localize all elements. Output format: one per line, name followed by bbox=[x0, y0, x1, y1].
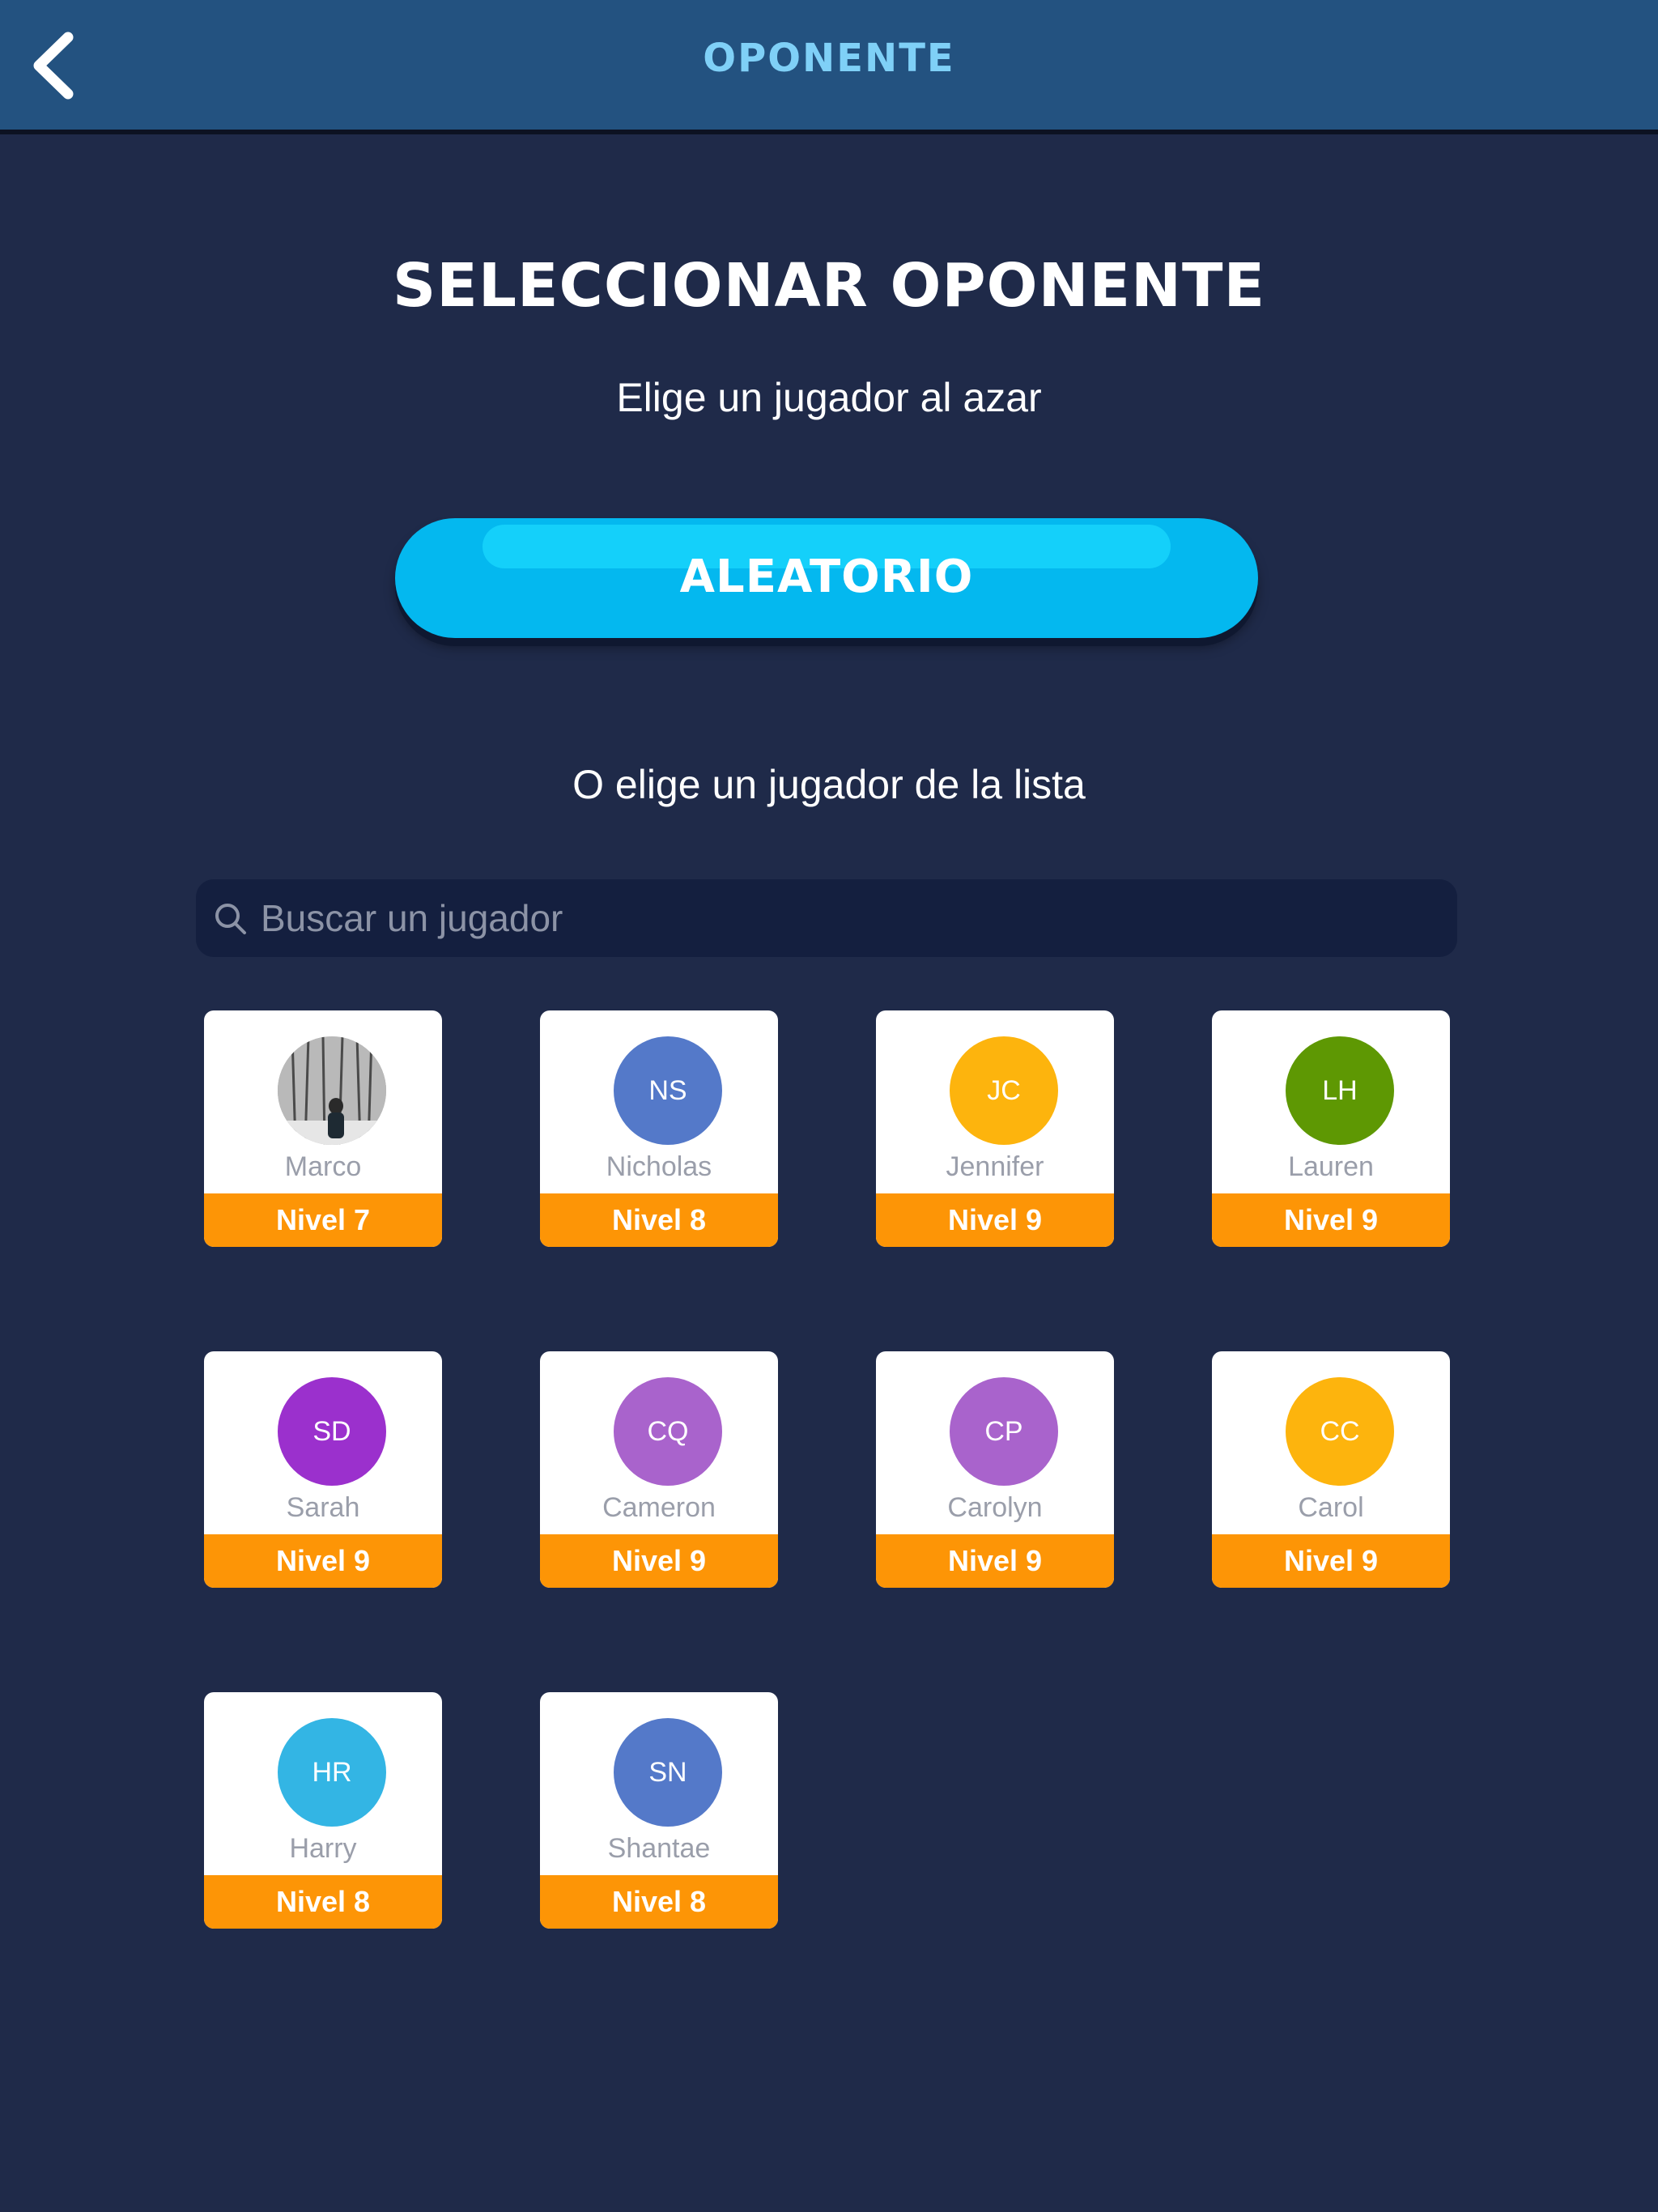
player-name: Carol bbox=[1298, 1492, 1364, 1523]
avatar: CQ bbox=[614, 1377, 722, 1486]
top-bar: OPONENTE bbox=[0, 0, 1658, 130]
avatar: CC bbox=[1286, 1377, 1394, 1486]
player-level: Nivel 9 bbox=[1212, 1193, 1450, 1247]
player-name: Cameron bbox=[602, 1492, 716, 1523]
avatar: SN bbox=[614, 1718, 722, 1827]
player-name: Carolyn bbox=[947, 1492, 1043, 1523]
player-level: Nivel 9 bbox=[876, 1193, 1114, 1247]
player-level: Nivel 9 bbox=[540, 1534, 778, 1588]
player-name: Shantae bbox=[607, 1833, 711, 1864]
player-card[interactable]: JC Jennifer Nivel 9 bbox=[876, 1010, 1114, 1247]
player-level: Nivel 8 bbox=[540, 1875, 778, 1929]
player-card[interactable]: LH Lauren Nivel 9 bbox=[1212, 1010, 1450, 1247]
player-card[interactable]: HR Harry Nivel 8 bbox=[204, 1692, 442, 1929]
search-icon bbox=[215, 904, 246, 934]
player-card[interactable]: SN Shantae Nivel 8 bbox=[540, 1692, 778, 1929]
player-level: Nivel 8 bbox=[540, 1193, 778, 1247]
avatar bbox=[278, 1036, 386, 1145]
player-card[interactable]: NS Nicholas Nivel 8 bbox=[540, 1010, 778, 1247]
avatar: CP bbox=[950, 1377, 1058, 1486]
player-name: Sarah bbox=[286, 1492, 360, 1523]
random-opponent-button[interactable]: ALEATORIO bbox=[395, 518, 1258, 638]
player-level: Nivel 9 bbox=[1212, 1534, 1450, 1588]
player-card[interactable]: CQ Cameron Nivel 9 bbox=[540, 1351, 778, 1588]
random-button-label: ALEATORIO bbox=[679, 551, 974, 603]
header-title: OPONENTE bbox=[703, 36, 955, 81]
player-card[interactable]: CC Carol Nivel 9 bbox=[1212, 1351, 1450, 1588]
player-level: Nivel 8 bbox=[204, 1875, 442, 1929]
avatar: LH bbox=[1286, 1036, 1394, 1145]
player-level: Nivel 7 bbox=[204, 1193, 442, 1247]
player-card[interactable]: CP Carolyn Nivel 9 bbox=[876, 1351, 1114, 1588]
search-input[interactable] bbox=[261, 879, 1435, 957]
random-subtitle: Elige un jugador al azar bbox=[616, 375, 1042, 420]
search-bar bbox=[196, 879, 1457, 957]
avatar: NS bbox=[614, 1036, 722, 1145]
player-name: Harry bbox=[289, 1833, 357, 1864]
list-subtitle: O elige un jugador de la lista bbox=[572, 762, 1086, 807]
avatar: JC bbox=[950, 1036, 1058, 1145]
player-name: Lauren bbox=[1288, 1151, 1374, 1182]
avatar: HR bbox=[278, 1718, 386, 1827]
page-title: SELECCIONAR OPONENTE bbox=[392, 251, 1266, 321]
avatar: SD bbox=[278, 1377, 386, 1486]
player-level: Nivel 9 bbox=[204, 1534, 442, 1588]
player-name: Jennifer bbox=[946, 1151, 1044, 1182]
player-card[interactable]: SD Sarah Nivel 9 bbox=[204, 1351, 442, 1588]
player-name: Nicholas bbox=[606, 1151, 712, 1182]
player-level: Nivel 9 bbox=[876, 1534, 1114, 1588]
player-name: Marco bbox=[284, 1151, 362, 1182]
player-card[interactable]: Marco Nivel 7 bbox=[204, 1010, 442, 1247]
